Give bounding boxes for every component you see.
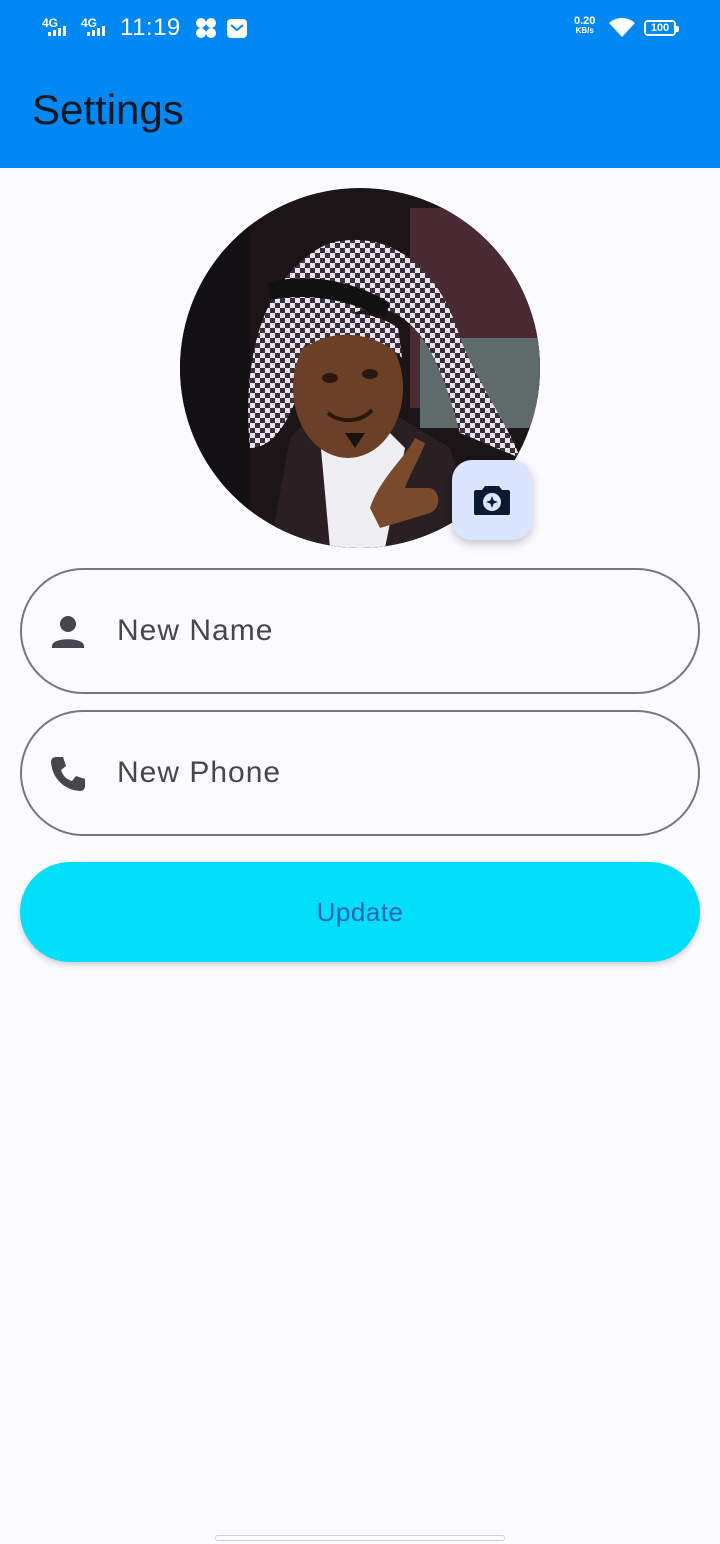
- clock: 11:19: [120, 14, 181, 41]
- name-input[interactable]: [117, 600, 657, 662]
- phone-input[interactable]: [117, 742, 657, 804]
- battery-icon: 100: [644, 20, 679, 36]
- network-speed: 0.20 KB/s: [574, 15, 596, 35]
- signal-icon: 4G: [42, 16, 74, 38]
- app-bar: 4G 4G 11:19 0.20 KB/s 100 Settings: [0, 0, 720, 168]
- fan-icon: [196, 18, 216, 38]
- phone-field[interactable]: [20, 710, 700, 836]
- name-field[interactable]: [20, 568, 700, 694]
- message-icon: [227, 19, 247, 38]
- change-photo-button[interactable]: [452, 460, 532, 540]
- page-title: Settings: [32, 86, 184, 133]
- wifi-icon: [609, 17, 635, 37]
- phone-icon: [51, 757, 85, 791]
- update-button[interactable]: Update: [20, 862, 700, 962]
- person-icon: [52, 616, 84, 648]
- home-indicator[interactable]: [215, 1535, 505, 1541]
- status-bar: 4G 4G 11:19 0.20 KB/s 100: [0, 0, 720, 56]
- camera-enhance-icon: [474, 486, 510, 515]
- signal-icon: 4G: [81, 16, 113, 38]
